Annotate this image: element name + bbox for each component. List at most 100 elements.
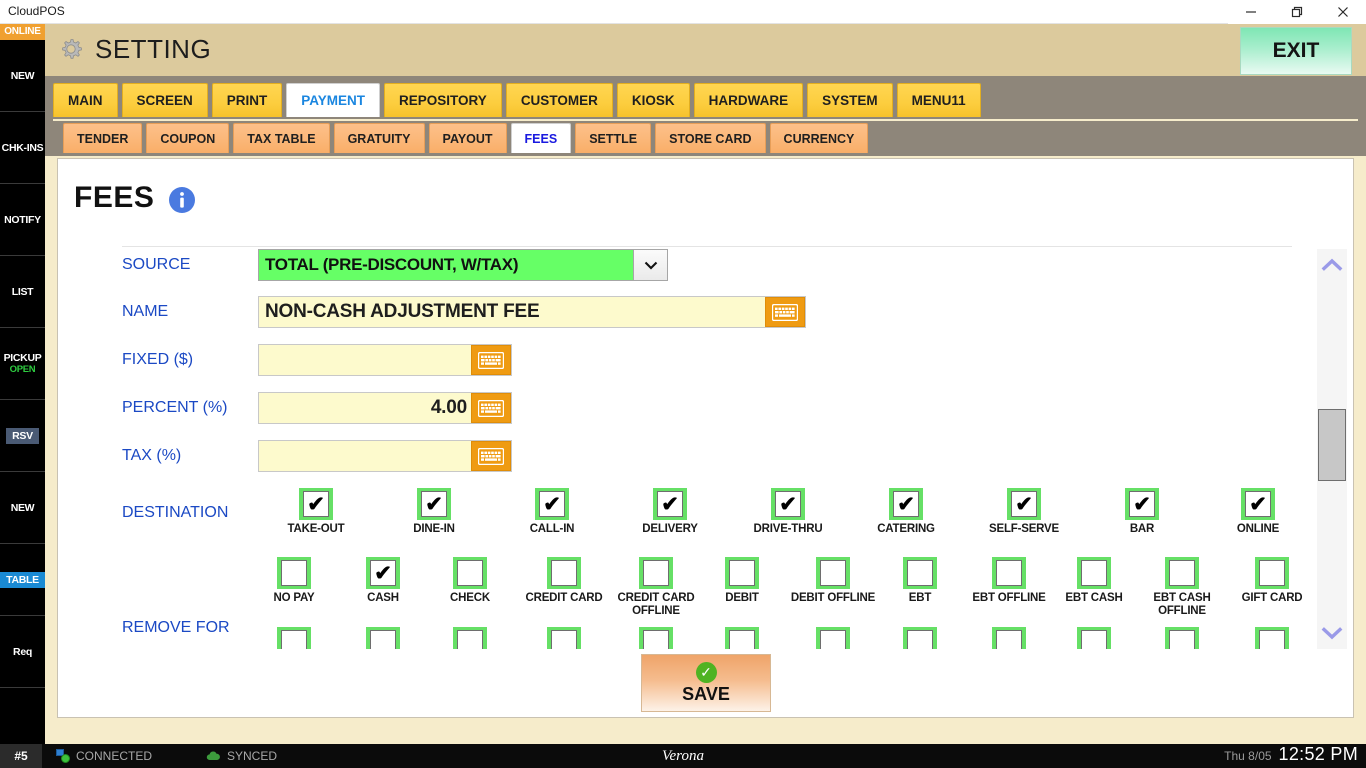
tab-gratuity[interactable]: GRATUITY: [333, 123, 425, 153]
checkbox[interactable]: [547, 627, 581, 649]
remove-row2-checkbox[interactable]: [700, 627, 784, 649]
sidebar-item-notify[interactable]: NOTIFY: [0, 184, 45, 256]
chevron-down-icon[interactable]: [1317, 617, 1347, 649]
scrollbar-thumb[interactable]: [1318, 409, 1346, 481]
remove-checkbox-no-pay[interactable]: NO PAY: [252, 557, 336, 605]
tab-store-card[interactable]: STORE CARD: [655, 123, 766, 153]
checkbox[interactable]: [992, 627, 1026, 649]
checkbox[interactable]: [903, 557, 937, 589]
remove-row2-checkbox[interactable]: [1228, 627, 1316, 649]
checkbox[interactable]: [992, 557, 1026, 589]
checkbox[interactable]: [1255, 557, 1289, 589]
tab-fees[interactable]: FEES: [510, 123, 572, 153]
save-button[interactable]: ✓ SAVE: [641, 654, 771, 712]
name-field[interactable]: NON-CASH ADJUSTMENT FEE: [258, 296, 806, 328]
close-icon[interactable]: [1320, 0, 1366, 24]
remove-checkbox-credit-card[interactable]: CREDIT CARD: [514, 557, 614, 605]
sidebar-item-table[interactable]: TABLE: [0, 544, 45, 616]
destination-checkbox-delivery[interactable]: ✔ DELIVERY: [622, 488, 718, 536]
destination-checkbox-self-serve[interactable]: ✔ SELF-SERVE: [976, 488, 1072, 536]
vertical-scrollbar[interactable]: [1317, 249, 1347, 649]
sidebar-item-req[interactable]: Req: [0, 616, 45, 688]
checkbox[interactable]: [547, 557, 581, 589]
tab-hardware[interactable]: HARDWARE: [693, 83, 804, 117]
tab-print[interactable]: PRINT: [211, 83, 283, 117]
checkbox[interactable]: ✔: [417, 488, 451, 520]
keyboard-icon[interactable]: [471, 393, 511, 423]
remove-row2-checkbox[interactable]: [341, 627, 425, 649]
remove-row2-checkbox[interactable]: [514, 627, 614, 649]
checkbox[interactable]: [1165, 627, 1199, 649]
sidebar-item-pickup[interactable]: PICKUP OPEN: [0, 328, 45, 400]
remove-checkbox-ebt[interactable]: EBT: [878, 557, 962, 605]
checkbox[interactable]: [816, 627, 850, 649]
keyboard-icon[interactable]: [471, 441, 511, 471]
maximize-icon[interactable]: [1274, 0, 1320, 24]
checkbox[interactable]: [1165, 557, 1199, 589]
source-select[interactable]: TOTAL (PRE-DISCOUNT, W/TAX): [258, 249, 668, 281]
tab-settle[interactable]: SETTLE: [575, 123, 652, 153]
tab-menu11[interactable]: MENU11: [896, 83, 981, 117]
sidebar-item-list[interactable]: LIST: [0, 256, 45, 328]
minimize-icon[interactable]: [1228, 0, 1274, 24]
percent-field[interactable]: 4.00: [258, 392, 512, 424]
remove-checkbox-debit-offline[interactable]: DEBIT OFFLINE: [782, 557, 884, 605]
remove-checkbox-ebt-offline[interactable]: EBT OFFLINE: [964, 557, 1054, 605]
checkbox[interactable]: [903, 627, 937, 649]
checkbox[interactable]: ✔: [1241, 488, 1275, 520]
destination-checkbox-drive-thru[interactable]: ✔ DRIVE-THRU: [740, 488, 836, 536]
checkbox[interactable]: ✔: [1125, 488, 1159, 520]
remove-checkbox-cash[interactable]: ✔ CASH: [341, 557, 425, 605]
destination-checkbox-catering[interactable]: ✔ CATERING: [858, 488, 954, 536]
remove-row2-checkbox[interactable]: [604, 627, 708, 649]
checkbox[interactable]: [725, 627, 759, 649]
tab-system[interactable]: SYSTEM: [807, 83, 893, 117]
remove-checkbox-debit[interactable]: DEBIT: [700, 557, 784, 605]
remove-row2-checkbox[interactable]: [1052, 627, 1136, 649]
exit-button[interactable]: EXIT: [1240, 27, 1352, 75]
tax-field[interactable]: [258, 440, 512, 472]
fixed-field[interactable]: [258, 344, 512, 376]
keyboard-icon[interactable]: [471, 345, 511, 375]
checkbox[interactable]: [725, 557, 759, 589]
checkbox[interactable]: ✔: [889, 488, 923, 520]
chevron-up-icon[interactable]: [1317, 249, 1347, 281]
tab-customer[interactable]: CUSTOMER: [505, 83, 613, 117]
destination-checkbox-call-in[interactable]: ✔ CALL-IN: [504, 488, 600, 536]
remove-checkbox-ebt-cash-offline[interactable]: EBT CASH OFFLINE: [1136, 557, 1228, 617]
remove-row2-checkbox[interactable]: [964, 627, 1054, 649]
checkbox[interactable]: [639, 627, 673, 649]
tab-coupon[interactable]: COUPON: [146, 123, 230, 153]
remove-row2-checkbox[interactable]: [782, 627, 884, 649]
tab-payout[interactable]: PAYOUT: [428, 123, 507, 153]
tab-tender[interactable]: TENDER: [63, 123, 143, 153]
tab-kiosk[interactable]: KIOSK: [616, 83, 690, 117]
sidebar-item-new[interactable]: NEW: [0, 40, 45, 112]
remove-row2-checkbox[interactable]: [878, 627, 962, 649]
remove-checkbox-credit-card-offline[interactable]: CREDIT CARD OFFLINE: [604, 557, 708, 617]
tab-payment[interactable]: PAYMENT: [286, 83, 381, 117]
checkbox[interactable]: ✔: [653, 488, 687, 520]
checkbox[interactable]: ✔: [1007, 488, 1041, 520]
destination-checkbox-bar[interactable]: ✔ BAR: [1094, 488, 1190, 536]
destination-checkbox-take-out[interactable]: ✔ TAKE-OUT: [268, 488, 364, 536]
remove-row2-checkbox[interactable]: [428, 627, 512, 649]
keyboard-icon[interactable]: [765, 297, 805, 327]
checkbox[interactable]: ✔: [771, 488, 805, 520]
checkbox[interactable]: [277, 627, 311, 649]
checkbox[interactable]: [639, 557, 673, 589]
remove-checkbox-gift-card[interactable]: GIFT CARD: [1228, 557, 1316, 605]
chevron-down-icon[interactable]: [633, 250, 667, 280]
sidebar-item-chk-ins[interactable]: CHK-INS: [0, 112, 45, 184]
tab-main[interactable]: MAIN: [53, 83, 118, 117]
remove-row2-checkbox[interactable]: [1136, 627, 1228, 649]
info-icon[interactable]: [168, 186, 196, 214]
checkbox[interactable]: [277, 557, 311, 589]
tab-repository[interactable]: REPOSITORY: [384, 83, 502, 117]
checkbox[interactable]: [1077, 627, 1111, 649]
remove-row2-checkbox[interactable]: [252, 627, 336, 649]
checkbox[interactable]: [1077, 557, 1111, 589]
checkbox[interactable]: ✔: [299, 488, 333, 520]
checkbox[interactable]: ✔: [535, 488, 569, 520]
tab-screen[interactable]: SCREEN: [121, 83, 208, 117]
